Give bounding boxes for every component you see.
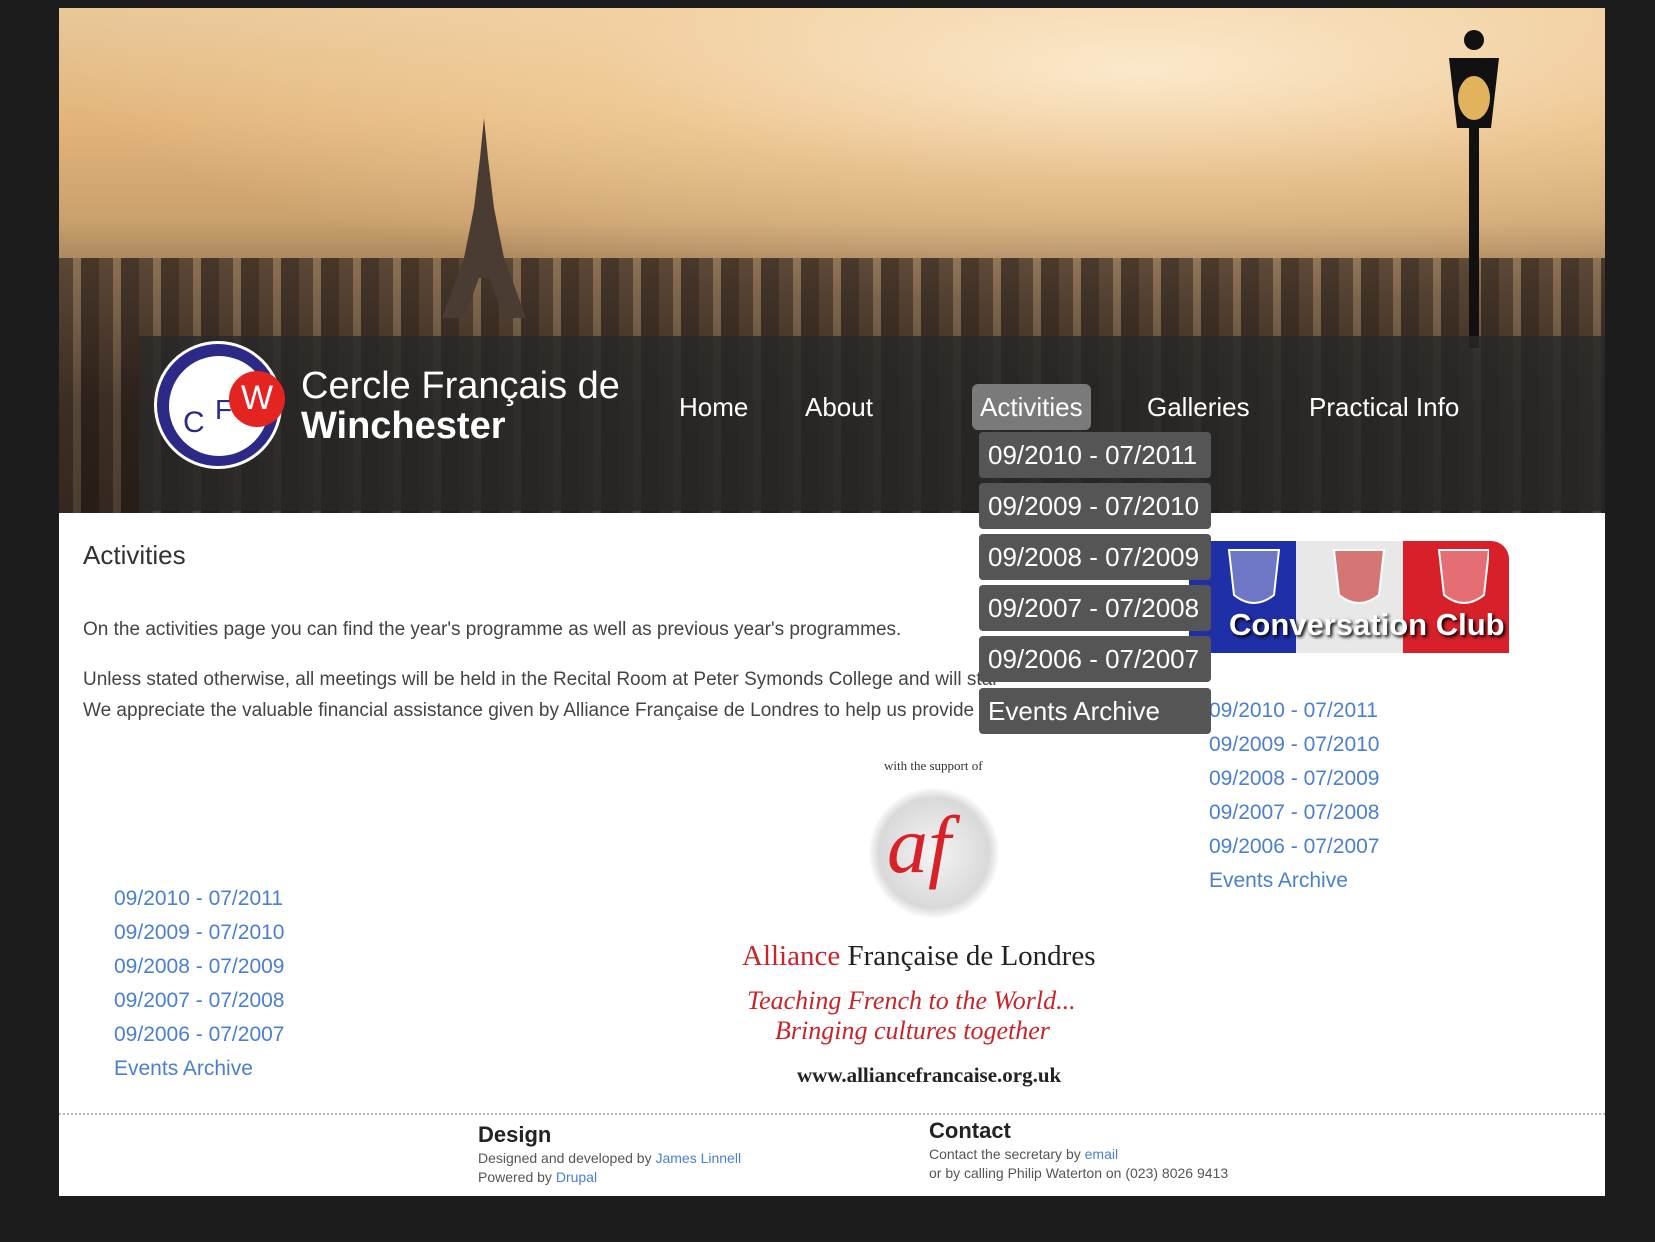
- sidebar-link-2010[interactable]: 09/2010 - 07/2011: [1209, 694, 1379, 728]
- left-link-2009[interactable]: 09/2009 - 07/2010: [114, 916, 284, 950]
- footer-design-line2: Powered by Drupal: [478, 1169, 597, 1185]
- dropdown-item-events-archive[interactable]: Events Archive: [979, 688, 1211, 734]
- af-name-red: Alliance: [742, 940, 841, 972]
- footer-design-line1-prefix: Designed and developed by: [478, 1150, 652, 1166]
- footer-design-line1: Designed and developed by James Linnell: [478, 1150, 741, 1166]
- meetings-paragraph: Unless stated otherwise, all meetings wi…: [83, 669, 999, 690]
- left-link-2007[interactable]: 09/2007 - 07/2008: [114, 984, 284, 1018]
- af-tagline-1: Teaching French to the World...: [747, 986, 1076, 1015]
- site-name-line2: Winchester: [301, 405, 506, 447]
- conversation-club-banner[interactable]: Conversation Club: [1189, 541, 1509, 653]
- nav-practical-info[interactable]: Practical Info: [1301, 384, 1467, 430]
- left-link-2006[interactable]: 09/2006 - 07/2007: [114, 1018, 284, 1052]
- dropdown-item-2009[interactable]: 09/2009 - 07/2010: [979, 483, 1211, 529]
- footer-design-heading: Design: [478, 1122, 552, 1147]
- intro-paragraph: On the activities page you can find the …: [83, 619, 902, 640]
- sidebar-activities-links: 09/2010 - 07/2011 09/2009 - 07/2010 09/2…: [1209, 694, 1379, 898]
- page: C F W Cercle Français de Winchester Home…: [59, 8, 1605, 1196]
- af-url: www.alliancefrancaise.org.uk: [797, 1063, 1062, 1087]
- af-logo: af: [887, 799, 951, 890]
- nav-activities[interactable]: Activities: [972, 384, 1091, 430]
- eiffel-tower-image: [442, 118, 526, 318]
- sidebar-link-2006[interactable]: 09/2006 - 07/2007: [1209, 830, 1379, 864]
- designer-link[interactable]: James Linnell: [655, 1150, 741, 1166]
- assistance-paragraph: We appreciate the valuable financial ass…: [83, 700, 1036, 721]
- left-link-events-archive[interactable]: Events Archive: [114, 1052, 284, 1086]
- footer-contact-heading: Contact: [929, 1118, 1011, 1143]
- nav-about[interactable]: About: [797, 384, 881, 430]
- af-support-text: with the support of: [884, 758, 983, 773]
- sidebar-link-events-archive[interactable]: Events Archive: [1209, 864, 1379, 898]
- site-name-line1: Cercle Français de: [301, 365, 620, 407]
- drupal-link[interactable]: Drupal: [556, 1169, 597, 1185]
- footer-contact-line1-prefix: Contact the secretary by: [929, 1146, 1081, 1162]
- footer-design-line2-prefix: Powered by: [478, 1169, 552, 1185]
- sidebar-link-2007[interactable]: 09/2007 - 07/2008: [1209, 796, 1379, 830]
- conversation-club-label: Conversation Club: [1229, 607, 1505, 642]
- header-banner: C F W Cercle Français de Winchester Home…: [59, 8, 1605, 513]
- left-activities-links: 09/2010 - 07/2011 09/2009 - 07/2010 09/2…: [114, 882, 284, 1086]
- footer-contact-line2: or by calling Philip Waterton on (023) 8…: [929, 1165, 1229, 1181]
- left-link-2010[interactable]: 09/2010 - 07/2011: [114, 882, 284, 916]
- email-link[interactable]: email: [1085, 1146, 1118, 1162]
- af-name-rest: Française de Londres: [847, 940, 1096, 972]
- sidebar-link-2009[interactable]: 09/2009 - 07/2010: [1209, 728, 1379, 762]
- site-name[interactable]: Cercle Français de Winchester: [301, 366, 620, 446]
- nav-home[interactable]: Home: [671, 384, 756, 430]
- logo-letter-c: C: [183, 406, 205, 439]
- footer-divider: [59, 1113, 1605, 1115]
- nav-galleries[interactable]: Galleries: [1139, 384, 1258, 430]
- af-tagline-2: Bringing cultures together: [775, 1016, 1050, 1045]
- logo-inner-circle: C F W: [169, 356, 285, 456]
- wine-glasses-icon: [1227, 549, 1489, 604]
- site-logo[interactable]: C F W: [154, 341, 285, 469]
- dropdown-item-2007[interactable]: 09/2007 - 07/2008: [979, 585, 1211, 631]
- af-name: Alliance Française de Londres: [742, 940, 1096, 973]
- footer-contact-line1: Contact the secretary by email: [929, 1146, 1118, 1162]
- sidebar-link-2008[interactable]: 09/2008 - 07/2009: [1209, 762, 1379, 796]
- left-link-2008[interactable]: 09/2008 - 07/2009: [114, 950, 284, 984]
- dropdown-item-2006[interactable]: 09/2006 - 07/2007: [979, 636, 1211, 682]
- street-lamp-image: [1449, 30, 1499, 348]
- page-title: Activities: [83, 540, 186, 570]
- dropdown-item-2010[interactable]: 09/2010 - 07/2011: [979, 432, 1211, 478]
- logo-letter-w: W: [229, 371, 285, 427]
- dropdown-item-2008[interactable]: 09/2008 - 07/2009: [979, 534, 1211, 580]
